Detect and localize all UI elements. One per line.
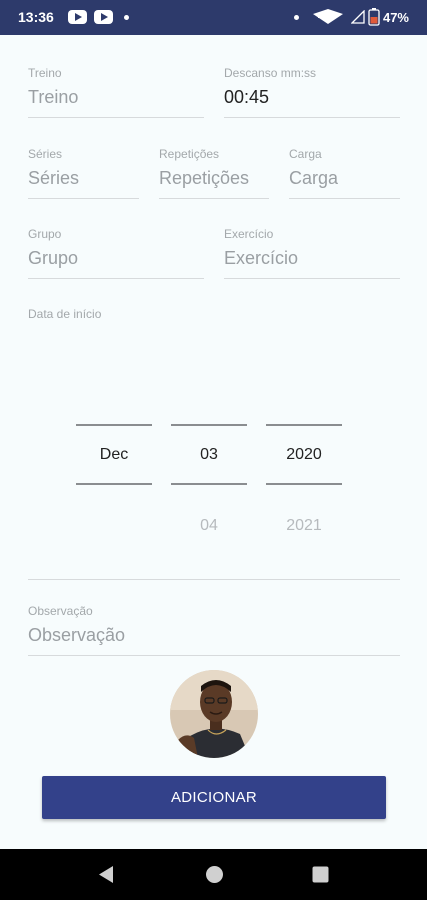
notification-dot-icon <box>124 15 129 20</box>
grupo-input[interactable]: Grupo <box>28 248 78 269</box>
series-input[interactable]: Séries <box>28 168 79 189</box>
add-button[interactable]: ADICIONAR <box>42 776 386 819</box>
month-picker[interactable]: Dec <box>76 424 152 564</box>
day-selected[interactable]: 03 <box>171 446 247 464</box>
wifi-icon <box>313 9 343 24</box>
month-selected[interactable]: Dec <box>76 446 152 464</box>
descanso-underline <box>224 117 400 118</box>
carga-input[interactable]: Carga <box>289 168 338 189</box>
treino-label: Treino <box>28 66 62 80</box>
signal-icon <box>351 10 365 24</box>
youtube-icon <box>68 10 87 24</box>
observacao-label: Observação <box>28 604 93 618</box>
day-picker-bottom-divider <box>171 483 247 485</box>
date-underline <box>28 579 400 580</box>
form: Treino Treino Descanso mm:ss 00:45 Série… <box>0 35 427 849</box>
month-picker-top-divider <box>76 424 152 426</box>
exercicio-label: Exercício <box>224 227 274 241</box>
carga-underline <box>289 198 400 199</box>
grupo-underline <box>28 278 204 279</box>
year-next[interactable]: 2021 <box>266 517 342 535</box>
year-picker-top-divider <box>266 424 342 426</box>
notification-dot-icon <box>294 15 299 20</box>
navigation-bar <box>0 849 427 900</box>
descanso-label: Descanso mm:ss <box>224 66 317 80</box>
day-picker[interactable]: 03 04 <box>171 424 247 564</box>
year-picker[interactable]: 2020 2021 <box>266 424 342 564</box>
descanso-input[interactable]: 00:45 <box>224 87 269 108</box>
carga-label: Carga <box>289 147 322 161</box>
day-picker-top-divider <box>171 424 247 426</box>
treino-underline <box>28 117 204 118</box>
year-picker-bottom-divider <box>266 483 342 485</box>
status-bar: 13:36 47% <box>0 0 427 35</box>
back-icon[interactable] <box>97 865 115 884</box>
data-inicio-label: Data de início <box>28 307 102 321</box>
grupo-label: Grupo <box>28 227 62 241</box>
treino-input[interactable]: Treino <box>28 87 78 108</box>
observacao-input[interactable]: Observação <box>28 625 125 646</box>
series-underline <box>28 198 139 199</box>
exercicio-underline <box>224 278 400 279</box>
battery-icon <box>368 8 380 26</box>
year-selected[interactable]: 2020 <box>266 446 342 464</box>
recents-icon[interactable] <box>312 866 329 883</box>
youtube-icon <box>94 10 113 24</box>
series-label: Séries <box>28 147 63 161</box>
exercicio-input[interactable]: Exercício <box>224 248 298 269</box>
month-picker-bottom-divider <box>76 483 152 485</box>
status-time: 13:36 <box>18 9 54 25</box>
repeticoes-input[interactable]: Repetições <box>159 168 249 189</box>
repeticoes-underline <box>159 198 269 199</box>
avatar[interactable] <box>170 670 258 758</box>
home-icon[interactable] <box>205 865 224 884</box>
day-next[interactable]: 04 <box>171 517 247 535</box>
battery-percent: 47% <box>382 10 409 25</box>
avatar-photo <box>170 670 258 758</box>
repeticoes-label: Repetições <box>159 147 220 161</box>
observacao-underline <box>28 655 400 656</box>
